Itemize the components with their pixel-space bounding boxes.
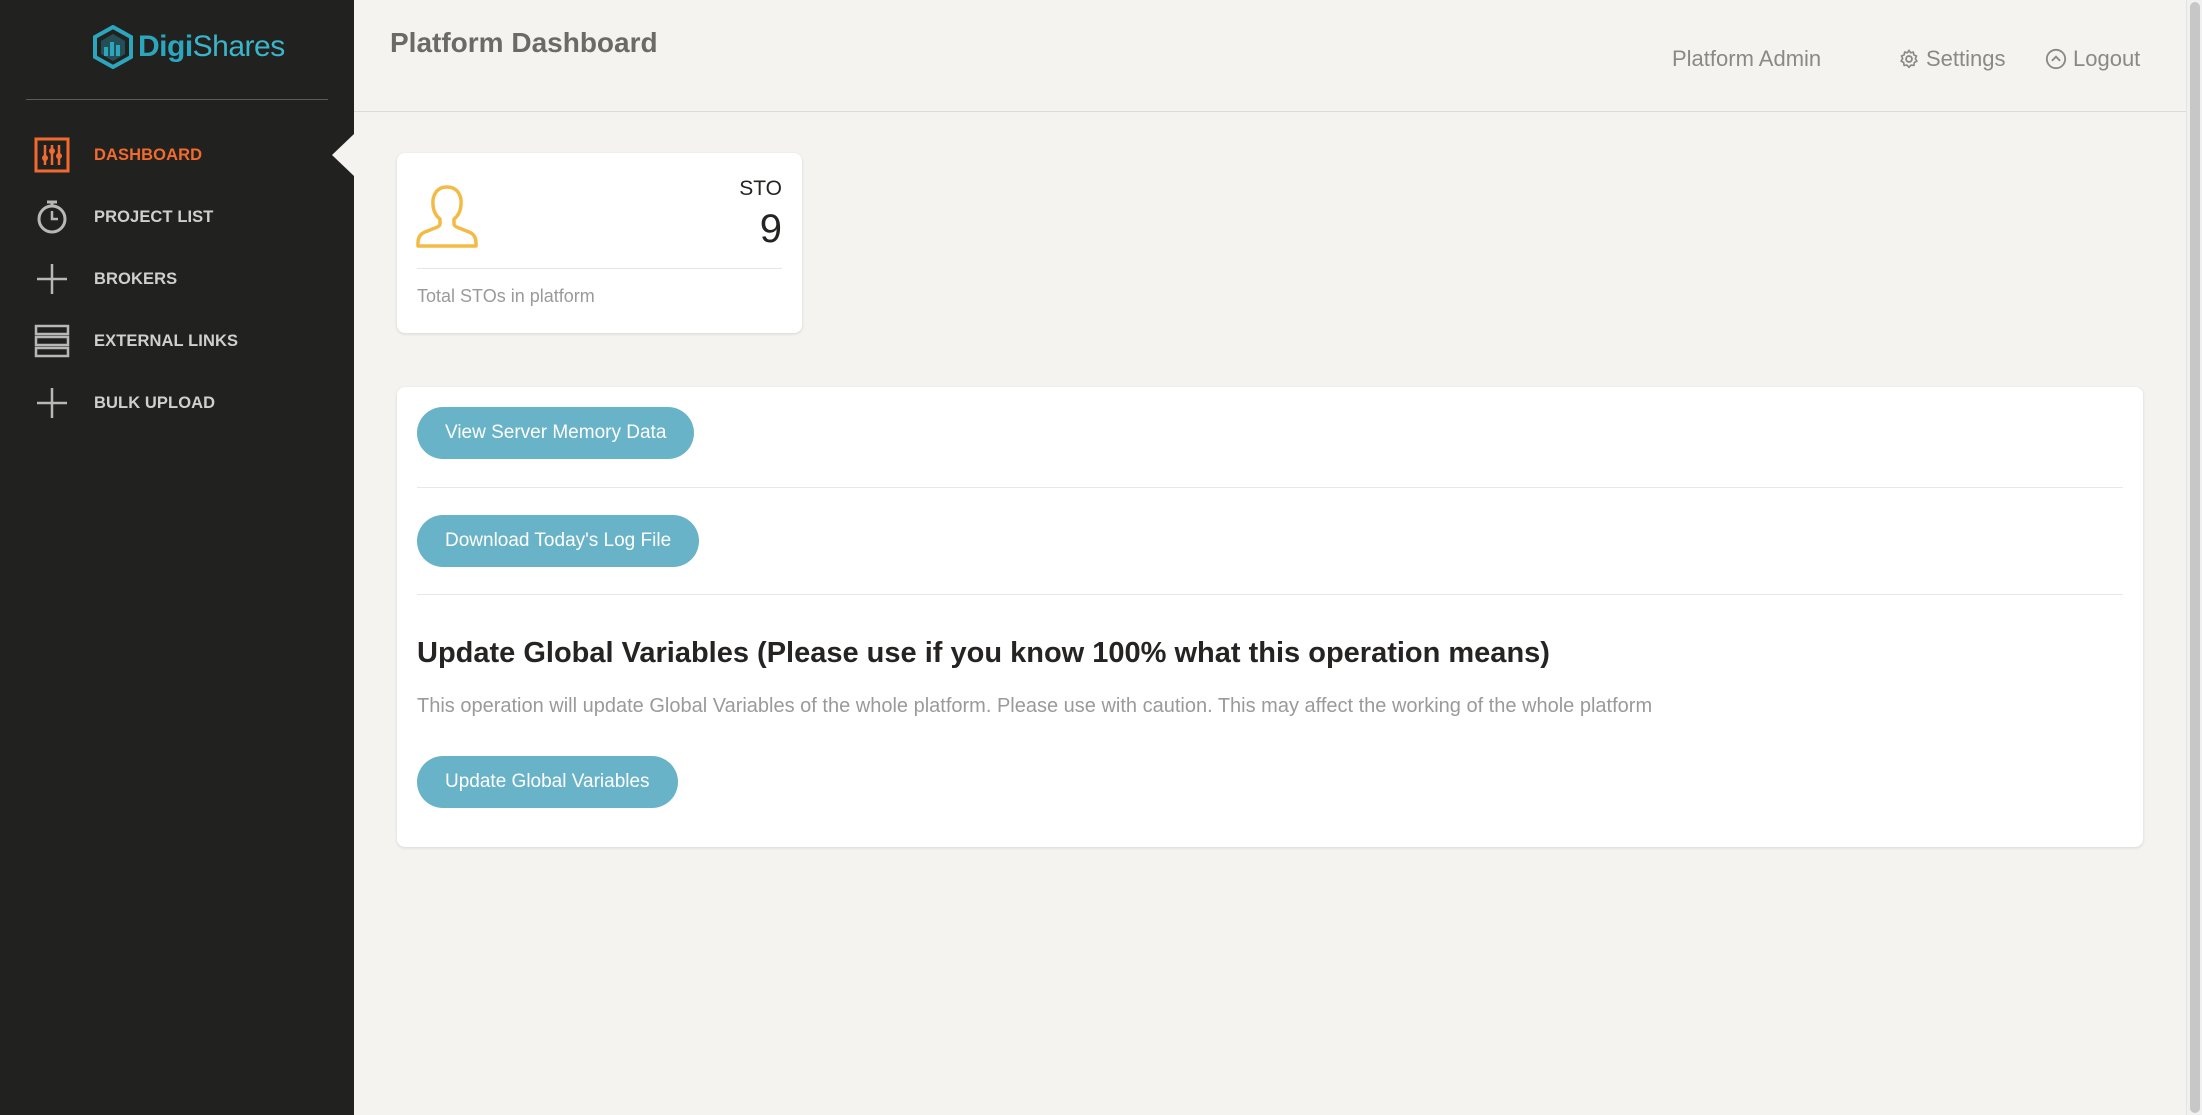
topbar: Platform Dashboard Platform Admin Settin…	[354, 0, 2186, 112]
page-title: Platform Dashboard	[390, 27, 658, 58]
user-icon	[415, 183, 479, 254]
view-server-memory-button[interactable]: View Server Memory Data	[417, 407, 695, 459]
sidebar: DigiShares DASHBOARD PROJECT LIST BROKER…	[0, 0, 354, 1115]
sidebar-item-external-links[interactable]: EXTERNAL LINKS	[0, 310, 354, 372]
page-scrollbar[interactable]	[2186, 0, 2202, 1115]
sidebar-item-project-list[interactable]: PROJECT LIST	[0, 186, 354, 248]
admin-tools-panel: View Server Memory Data Download Today's…	[397, 387, 2143, 847]
brand-name: DigiShares	[138, 30, 285, 63]
sidebar-item-brokers[interactable]: BROKERS	[0, 248, 354, 310]
card-divider	[417, 268, 782, 269]
active-indicator	[332, 134, 354, 176]
sidebar-item-label: BULK UPLOAD	[94, 393, 216, 412]
gear-icon	[1900, 49, 1918, 69]
list-icon	[34, 323, 70, 359]
stopwatch-icon	[34, 199, 70, 235]
update-global-variables-button[interactable]: Update Global Variables	[417, 756, 678, 808]
panel-divider	[417, 594, 2123, 595]
brand-logo[interactable]: DigiShares	[92, 24, 285, 70]
sto-count: 9	[759, 207, 782, 251]
sto-footer-text: Total STOs in platform	[417, 286, 595, 306]
section-heading: Update Global Variables (Please use if y…	[417, 637, 1550, 669]
plus-icon	[34, 261, 70, 297]
settings-label: Settings	[1926, 46, 2006, 71]
section-description: This operation will update Global Variab…	[417, 695, 1653, 717]
platform-admin-link[interactable]: Platform Admin	[1672, 46, 1821, 72]
sidebar-item-bulk-upload[interactable]: BULK UPLOAD	[0, 372, 354, 434]
plus-icon	[34, 385, 70, 421]
sliders-icon	[34, 137, 70, 173]
sto-label: STO	[739, 177, 782, 200]
panel-divider	[417, 487, 2123, 488]
logo-mark-icon	[93, 25, 133, 69]
sidebar-item-dashboard[interactable]: DASHBOARD	[0, 124, 354, 186]
sidebar-divider	[26, 99, 328, 100]
sto-stats-card: STO 9 Total STOs in platform	[397, 153, 802, 333]
sidebar-item-label: PROJECT LIST	[94, 207, 214, 226]
chevron-up-circle-icon	[2045, 48, 2067, 70]
sidebar-item-label: DASHBOARD	[94, 145, 203, 164]
sidebar-item-label: EXTERNAL LINKS	[94, 331, 239, 350]
download-log-button[interactable]: Download Today's Log File	[417, 515, 700, 567]
settings-link[interactable]: Settings	[1898, 46, 2006, 72]
sidebar-item-label: BROKERS	[94, 269, 178, 288]
scrollbar-thumb[interactable]	[2190, 2, 2200, 1113]
platform-admin-label: Platform Admin	[1672, 46, 1822, 71]
logout-link[interactable]: Logout	[2045, 46, 2140, 72]
sidebar-nav: DASHBOARD PROJECT LIST BROKERS EXTERNAL …	[0, 124, 354, 434]
logout-label: Logout	[2073, 46, 2141, 71]
